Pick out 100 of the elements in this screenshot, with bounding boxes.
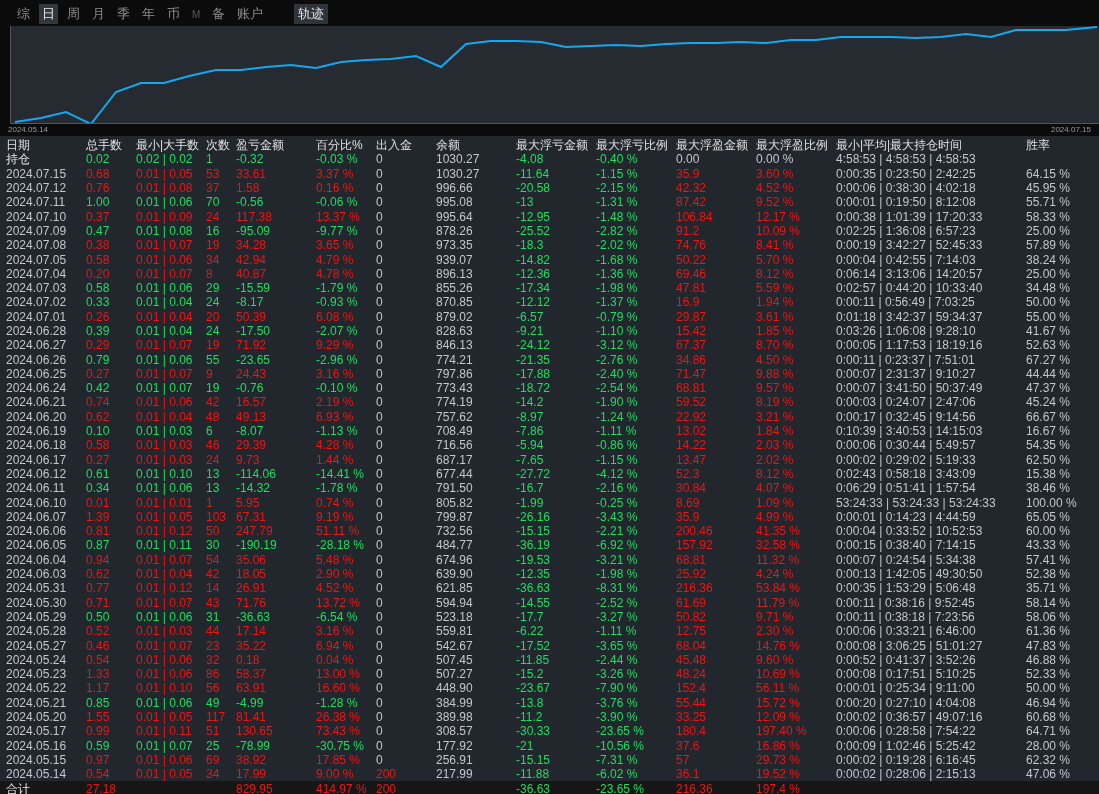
table-cell-text: 34.86 [676, 352, 708, 367]
table-cell-text: -1.98 % [596, 567, 639, 582]
view-button[interactable]: 轨迹 [294, 4, 329, 24]
table-cell-text: 216.36 [676, 581, 714, 596]
table-cell-text: 49.13 [236, 409, 268, 424]
period-tab[interactable]: 备 [209, 4, 229, 24]
table-cell-text: -0.10 % [316, 381, 359, 396]
table-cell-text: 0.01 | 0.06 [136, 609, 194, 624]
table-cell-text: 12.09 % [756, 710, 802, 724]
table-cell-text: 27.18 [86, 781, 118, 794]
table-cell-text: -2.96 % [316, 352, 359, 367]
table-cell-text: 0.02 | 0.02 [136, 152, 194, 167]
table-cell-text: 55 [206, 352, 221, 367]
table-cell-text: 0.01 | 0.07 [136, 238, 194, 253]
table-cell-text: 6.94 % [316, 638, 355, 653]
table-cell-text: 2024.05.20 [6, 710, 68, 724]
table-cell-text: 65.05 % [1026, 509, 1072, 524]
table-cell-text: -9.21 [516, 324, 545, 338]
table-cell-text: 1.55 [86, 710, 111, 724]
period-tab[interactable]: 年 [139, 4, 158, 24]
table-cell-text: -21.35 [516, 352, 552, 367]
table-cell-text: 0 [376, 667, 384, 682]
table-cell-text: 81.41 [236, 710, 268, 724]
table-cell-text: 2024.06.25 [6, 366, 68, 381]
table-cell-text: -1.11 % [596, 624, 638, 639]
table-cell-text: -0.79 % [596, 309, 639, 324]
table-cell-text: 0.01 | 0.04 [136, 409, 194, 424]
table-cell-text: 0:00:11 | 0:38:18 | 7:23:56 [836, 609, 976, 624]
table-cell-text: 9.29 % [316, 338, 355, 353]
table-cell-text: 2024.06.21 [6, 395, 68, 410]
table-cell-text: 9.73 [236, 452, 261, 467]
table-cell-text: 9.60 % [756, 652, 795, 667]
table-cell-text: 2.30 % [756, 624, 795, 639]
table-cell-text: 0 [376, 695, 384, 710]
table-cell-text: -2.44 % [596, 652, 639, 667]
table-cell-text: 0 [376, 438, 384, 453]
table-cell-text: -14.32 [236, 481, 272, 496]
table-cell-text: 45.24 % [1026, 395, 1072, 410]
table-cell-text: 0.01 | 0.03 [136, 452, 194, 467]
table-cell-text: 0 [376, 710, 384, 724]
table-cell-text: 0 [376, 738, 384, 753]
table-cell-text: 1.09 % [756, 495, 795, 510]
table-cell-text: 0.39 [86, 324, 111, 338]
table-cell-text: 0.87 [86, 538, 111, 553]
table-cell-text: 33.25 [676, 710, 708, 724]
table-cell-text: 55.00 % [1026, 309, 1072, 324]
table-cell-text: 0.62 [86, 409, 111, 424]
table-cell-text: 51 [206, 724, 221, 739]
table-cell-text: 384.99 [436, 695, 474, 710]
table-cell-text: 44.44 % [1026, 366, 1072, 381]
table-cell-text: 34.48 % [1026, 281, 1072, 296]
table-cell-text: 0 [376, 366, 384, 381]
table-cell-text: 0.01 | 0.01 [136, 495, 194, 510]
table-cell-text: 35.9 [676, 166, 701, 181]
period-tab[interactable]: 综 [14, 4, 33, 24]
table-cell-text: 0:00:08 | 0:17:51 | 5:10:25 [836, 667, 977, 682]
table-cell-text: 2024.06.04 [6, 552, 68, 567]
table-cell-text: -3.21 % [596, 552, 639, 567]
table-cell-text: 0:00:02 | 0:19:28 | 6:16:45 [836, 752, 977, 767]
table-cell-text: 4.78 % [316, 266, 355, 281]
table-cell-text: 0.01 | 0.07 [136, 338, 194, 353]
table-cell-text: -28.18 % [316, 538, 366, 553]
table-cell-text: 0:00:52 | 0:41:37 | 3:52:26 [836, 652, 977, 667]
table-cell-text: -6.54 % [316, 609, 359, 624]
table-cell-text: 13 [206, 481, 221, 496]
period-tab[interactable]: 季 [114, 4, 133, 24]
table-cell-text: 8.41 % [756, 238, 795, 253]
period-tab[interactable]: 币 [164, 4, 183, 24]
table-cell-text: 0:00:06 | 0:38:30 | 4:02:18 [836, 181, 977, 196]
table-cell-text: 15.38 % [1026, 466, 1072, 481]
period-tab[interactable]: 周 [64, 4, 83, 24]
table-cell-text: 2024.06.28 [6, 324, 68, 338]
table-cell-text: 50.39 [236, 309, 268, 324]
table-cell-text: 0.74 [86, 395, 111, 410]
period-tab[interactable]: 日 [39, 4, 58, 24]
period-tab[interactable]: 月 [89, 4, 108, 24]
table-cell-text: -14.82 [516, 252, 552, 267]
table-cell-text: -12.36 [516, 266, 552, 281]
table-cell-text: 0.79 [86, 352, 111, 367]
table-cell-text: -24.12 [516, 338, 552, 353]
table-cell-text: 1.17 [86, 681, 111, 696]
table-cell-text: -8.97 [516, 409, 545, 424]
table-cell-text: -12.95 [516, 209, 552, 224]
table-cell-text: 53 [206, 166, 221, 181]
table-cell-text: 0 [376, 681, 384, 696]
table-cell-text: 0.37 [86, 209, 111, 224]
table-cell-text: 36.1 [676, 767, 701, 782]
table-cell-text: 0 [376, 281, 384, 296]
table-cell-text: -3.43 % [596, 509, 639, 524]
table-cell-text: 2024.06.06 [6, 524, 68, 539]
table-cell-text: 31 [206, 609, 221, 624]
table-cell-text: 677.44 [436, 466, 474, 481]
table-cell-text: 41.35 % [756, 524, 802, 539]
table-cell-text: 0 [376, 624, 384, 639]
table-cell-text: 23 [206, 638, 221, 653]
table-cell-text: 0 [376, 424, 384, 439]
table-cell-text: -0.03 % [316, 152, 359, 167]
table-cell-text: 2024.06.20 [6, 409, 68, 424]
period-tab[interactable]: 账户 [234, 4, 267, 24]
table-cell-text: 0 [376, 567, 384, 582]
